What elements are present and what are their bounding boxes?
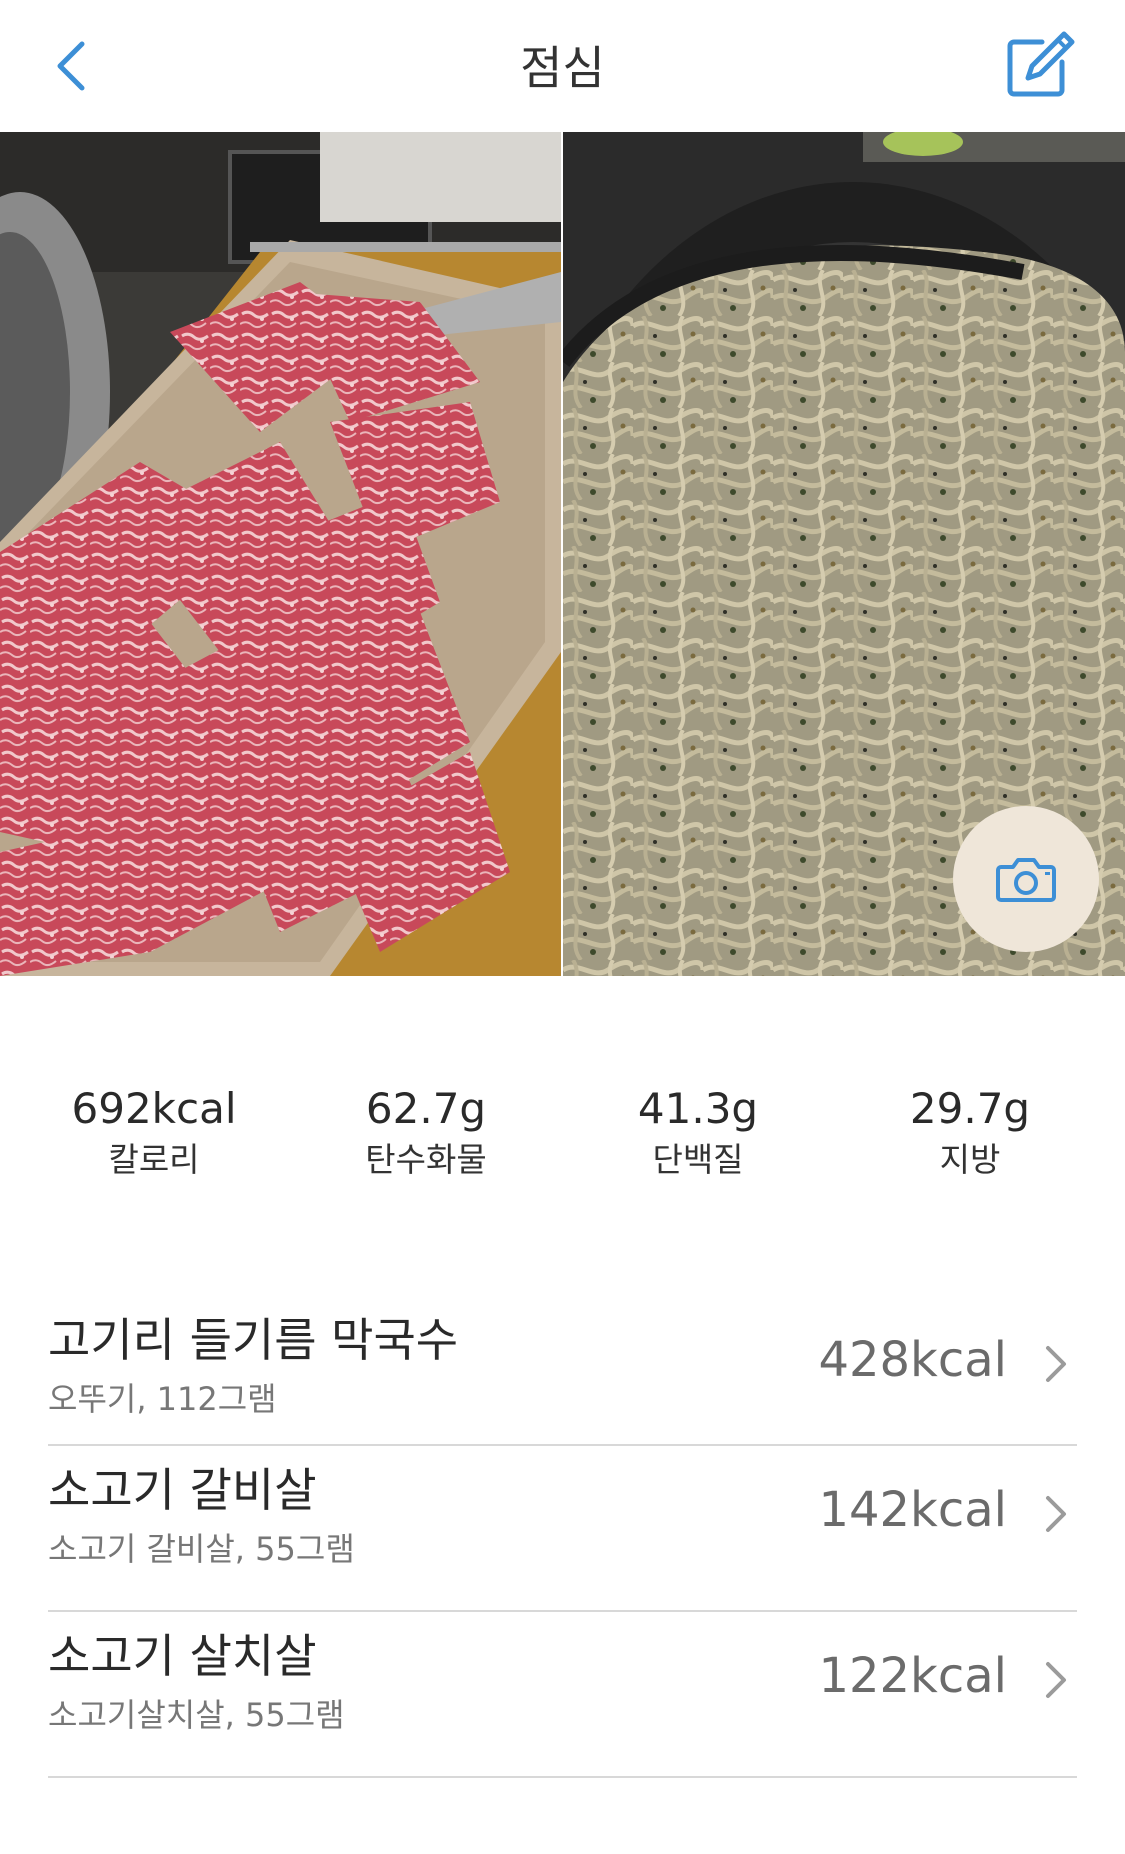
food-item-name: 소고기 갈비살 — [48, 1463, 317, 1517]
meal-photos — [0, 132, 1125, 976]
protein-label: 단백질 — [652, 1140, 744, 1179]
fat-stat: 29.7g 지방 — [834, 1080, 1106, 1182]
food-item[interactable]: 소고기 갈비살 소고기 갈비살, 55그램 142kcal — [48, 1446, 1077, 1612]
food-item[interactable]: 소고기 살치살 소고기살치살, 55그램 122kcal — [48, 1612, 1077, 1778]
calories-value: 692kcal — [71, 1084, 237, 1133]
edit-button[interactable] — [1004, 30, 1076, 100]
food-item-calories: 428kcal — [818, 1332, 1007, 1388]
food-item[interactable]: 고기리 들기름 막국수 오뚜기, 112그램 428kcal — [48, 1296, 1077, 1446]
carbs-stat: 62.7g 탄수화물 — [290, 1080, 562, 1182]
chevron-right-icon — [1046, 1346, 1066, 1382]
fat-label: 지방 — [939, 1140, 1001, 1179]
calories-label: 칼로리 — [108, 1140, 200, 1179]
camera-button[interactable] — [953, 806, 1099, 952]
carbs-value: 62.7g — [365, 1084, 487, 1133]
protein-value: 41.3g — [637, 1084, 759, 1133]
chevron-right-icon — [1046, 1496, 1066, 1532]
food-list: 고기리 들기름 막국수 오뚜기, 112그램 428kcal 소고기 갈비살 소… — [48, 1296, 1077, 1778]
beef-plate-photo[interactable] — [0, 132, 561, 976]
camera-icon — [996, 858, 1056, 902]
food-item-detail: 오뚜기, 112그램 — [48, 1380, 277, 1418]
food-item-detail: 소고기 갈비살, 55그램 — [48, 1530, 355, 1568]
food-item-name: 고기리 들기름 막국수 — [48, 1313, 459, 1367]
edit-icon — [1007, 31, 1075, 97]
chevron-right-icon — [1046, 1662, 1066, 1698]
food-item-detail: 소고기살치살, 55그램 — [48, 1696, 345, 1734]
page-title: 점심 — [520, 41, 605, 95]
food-item-name: 소고기 살치살 — [48, 1629, 317, 1683]
fat-value: 29.7g — [909, 1084, 1031, 1133]
nutrition-summary: 692kcal 칼로리 62.7g 탄수화물 41.3g 단백질 29.7g 지… — [0, 1080, 1125, 1190]
food-item-calories: 122kcal — [818, 1648, 1007, 1704]
carbs-label: 탄수화물 — [365, 1140, 487, 1179]
calories-stat: 692kcal 칼로리 — [18, 1080, 290, 1182]
nav-bar: 점심 — [0, 0, 1125, 132]
food-item-calories: 142kcal — [818, 1482, 1007, 1538]
protein-stat: 41.3g 단백질 — [562, 1080, 834, 1182]
